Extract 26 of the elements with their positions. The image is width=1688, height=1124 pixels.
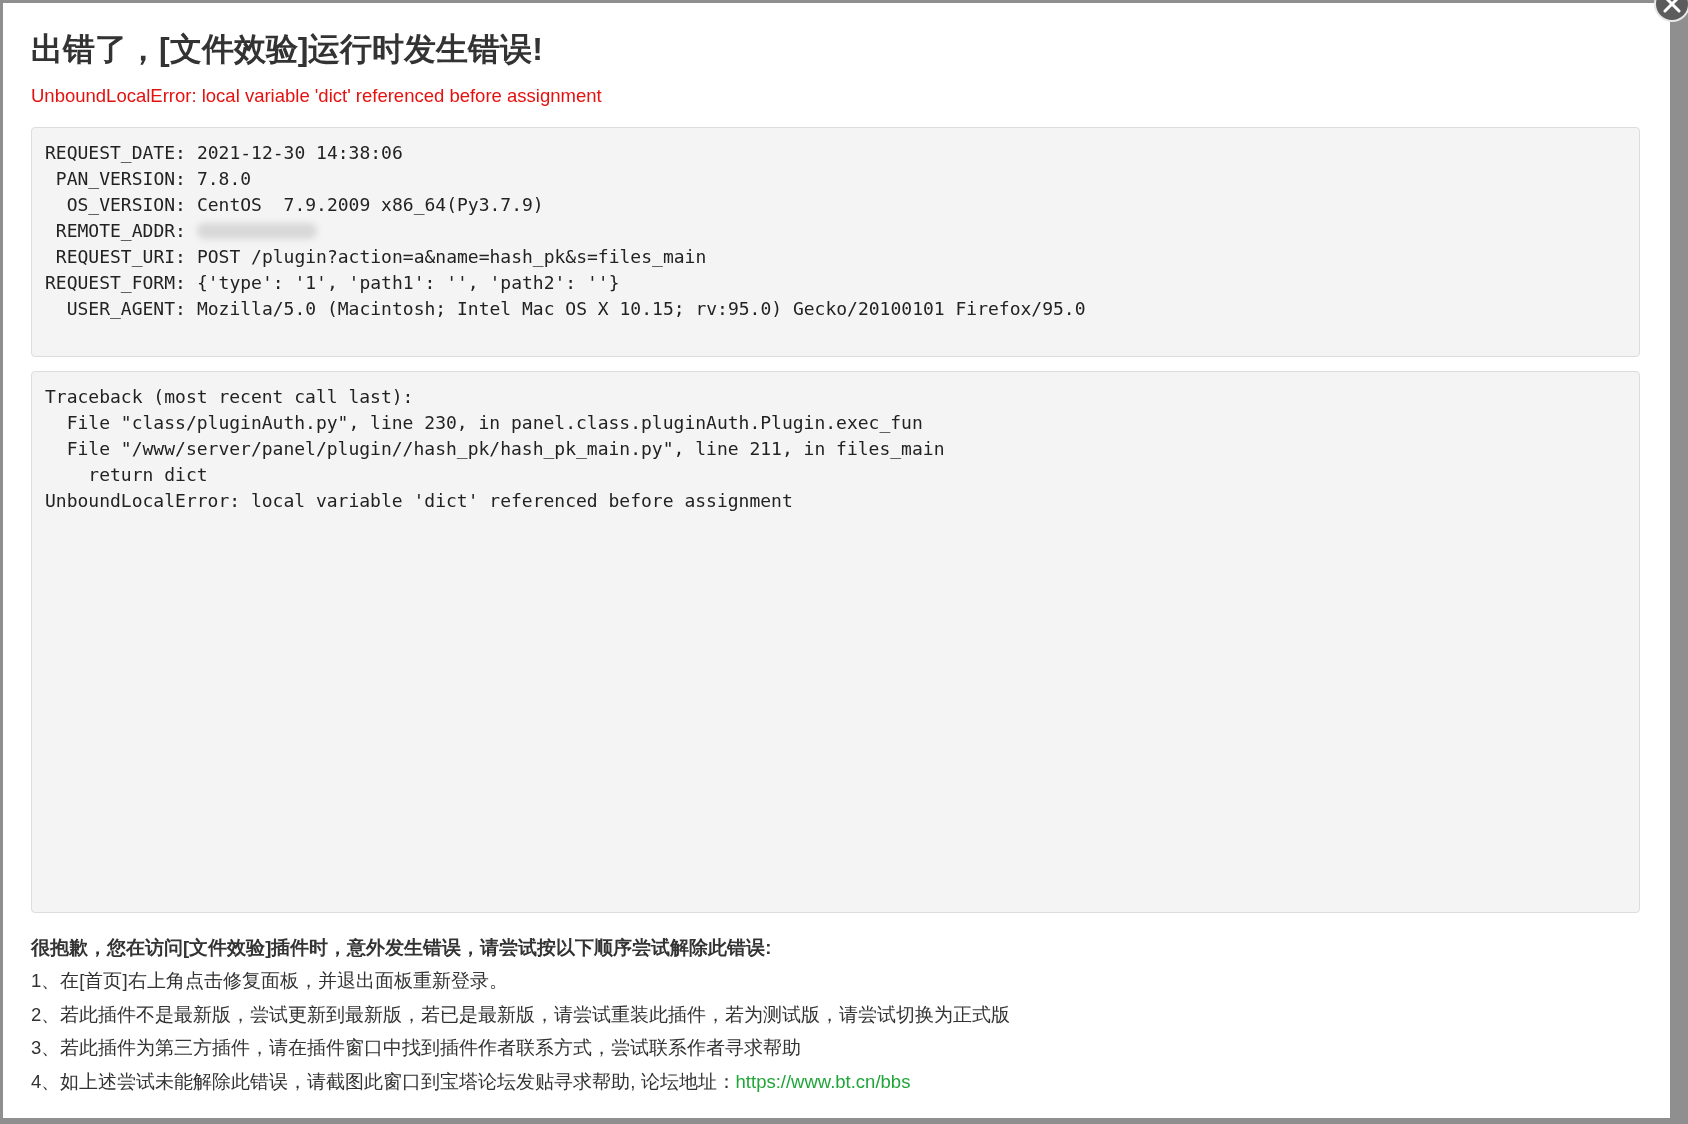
info-value: {'type': '1', 'path1': '', 'path2': ''} (196, 271, 621, 295)
info-label: USER_AGENT: (65, 297, 186, 321)
info-value: Mozilla/5.0 (Macintosh; Intel Mac OS X 10.15; rv:95.0) Gecko/20100101 Firefox/95.0 (196, 297, 1087, 321)
help-step: 2、若此插件不是最新版，尝试更新到最新版，若已是最新版，请尝试重装此插件，若为测试版，请尝试切换为正式版 (31, 1003, 1011, 1025)
info-label: OS_VERSION: (65, 193, 186, 217)
forum-link[interactable]: https://www.bt.cn/bbs (735, 1070, 911, 1092)
info-value: 2021-12-30 14:38:06 (196, 141, 404, 165)
help-step: 4、如上述尝试未能解除此错误，请截图此窗口到宝塔论坛发贴寻求帮助, 论坛地址： (31, 1070, 736, 1092)
error-message: UnboundLocalError: local variable 'dict' referenced before assignment (31, 85, 603, 107)
traceback-line: return dict (87, 463, 208, 487)
info-value: POST /plugin?action=a&name=hash_pk&s=files_main (196, 245, 708, 269)
help-step: 3、若此插件为第三方插件，请在插件窗口中找到插件作者联系方式，尝试联系作者寻求帮助 (31, 1037, 802, 1058)
dialog-title: 出错了，[文件效验]运行时发生错误! (31, 30, 544, 69)
info-value: CentOS 7.9.2009 x86_64(Py3.7.9) (196, 193, 545, 217)
help-heading: 很抱歉，您在访问[文件效验]插件时，意外发生错误，请尝试按以下顺序尝试解除此错误: (31, 935, 773, 960)
info-label: REMOTE_ADDR: (54, 219, 186, 243)
traceback-line: UnboundLocalError: local variable 'dict' referenced before assignment (45, 489, 793, 513)
help-step: 1、在[首页]右上角点击修复面板，并退出面板重新登录。 (31, 970, 508, 991)
traceback-line: File "/www/server/panel/plugin//hash_pk/hash_pk_main.py", line 211, in files_main (65, 437, 945, 461)
info-label: REQUEST_FORM: (45, 271, 186, 295)
info-label: REQUEST_DATE: (45, 141, 186, 165)
traceback-line: File "class/pluginAuth.py", line 230, in panel.class.pluginAuth.Plugin.exec_fun (65, 411, 923, 435)
info-label: PAN_VERSION: (54, 167, 186, 191)
info-value: 7.8.0 (196, 167, 253, 191)
traceback-line: Traceback (most recent call last): (45, 385, 414, 409)
info-label: REQUEST_URI: (54, 245, 186, 269)
